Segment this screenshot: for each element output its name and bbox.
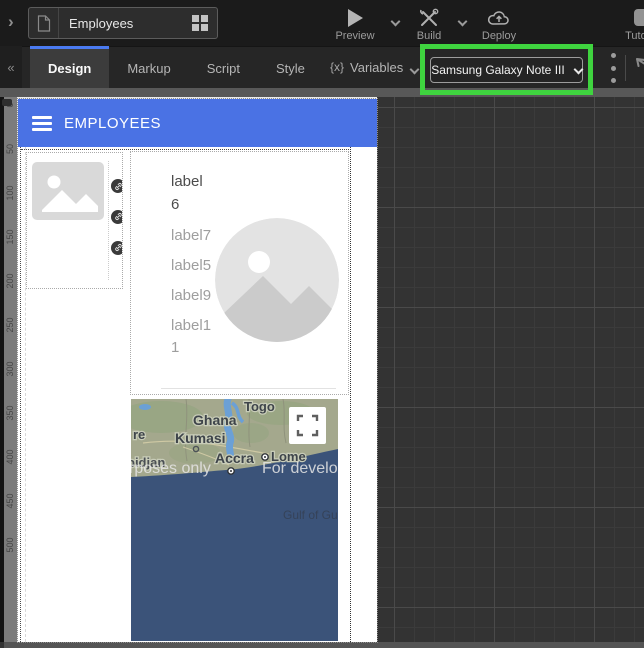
preview-button[interactable]: Preview [324,0,386,46]
design-canvas: EMPLOYEES [17,97,377,642]
detail-value[interactable]: 1 [171,338,179,358]
list-item-field-row[interactable]: n [111,177,123,195]
phone-preview[interactable]: EMPLOYEES [18,99,377,642]
map-label-ghana: Ghana [193,412,237,428]
deploy-button[interactable]: Deploy [472,0,526,46]
undo-arrow-icon[interactable] [634,56,644,79]
detail-label[interactable]: label7 [171,226,211,246]
actions-spacer [526,0,614,46]
components-grid-icon[interactable] [192,15,208,31]
hamburger-menu-icon[interactable] [32,113,52,134]
ruler-tick-200: 200 [5,266,15,296]
page-selection-border-right [350,147,351,642]
tab-style-label: Style [276,61,305,76]
list-item-field-row[interactable]: C [111,239,123,256]
tab-style[interactable]: Style [258,46,323,88]
collapse-panel-chevron-icon[interactable]: « [0,46,22,88]
editor-tabs: Design Markup Script Style [30,46,323,88]
binding-link-icon [111,241,123,255]
avatar-image-placeholder-icon[interactable] [215,218,339,342]
ruler-tick-350: 350 [5,398,15,428]
build-label: Build [417,30,441,42]
tab-design[interactable]: Design [30,46,109,88]
google-map-widget[interactable]: Togo Ghana Kumasi Accra Lome re bidjan r… [131,399,338,641]
variables-caret-icon [410,64,420,74]
deploy-cloud-icon [487,7,511,28]
ruler-tick-400: 400 [5,442,15,472]
tab-script[interactable]: Script [189,46,258,88]
detail-label[interactable]: label5 [171,256,211,276]
map-watermark-right: For develop [262,460,338,477]
detail-label[interactable]: label9 [171,286,211,306]
canvas-grid-background [377,97,644,642]
map-label-kumasi: Kumasi [175,430,226,446]
tab-markup-label: Markup [127,61,170,76]
mobile-app-header[interactable]: EMPLOYEES [18,99,377,147]
vertical-ruler: 0 50 100 150 200 250 300 350 400 450 500 [4,97,17,642]
image-placeholder-icon[interactable] [32,162,104,220]
ruler-tick-300: 300 [5,354,15,384]
detail-value[interactable]: 6 [171,195,179,215]
play-icon [348,7,363,28]
youtube-icon [634,7,644,28]
phone-scrollbar-track[interactable] [352,147,377,642]
map-label-region: re [133,427,145,442]
topbar-actions: Preview Build [324,0,644,46]
page-selection-border-left [20,147,21,642]
preview-caret-icon[interactable] [391,17,401,27]
build-caret-icon[interactable] [458,17,468,27]
detail-label[interactable]: label1 [171,316,211,336]
page-tab-label: Employees [59,16,192,31]
map-label-accra: Accra [215,450,254,466]
app-builder-window: › Employees Preview [0,0,644,648]
ruler-tick-100: 100 [5,178,15,208]
ruler-tick-250: 250 [5,310,15,340]
page-doc-icon [29,8,59,38]
expand-pages-chevron-icon[interactable]: › [8,12,14,32]
list-item-field-row[interactable]: D [111,208,123,225]
page-tab-employees[interactable]: Employees [28,7,218,39]
more-options-kebab-icon[interactable] [604,53,622,83]
ruler-origin-icon [2,99,12,106]
device-select[interactable]: Samsung Galaxy Note III [430,57,583,83]
mobile-page-body: n D C [18,147,377,642]
ruler-tick-500: 500 [5,530,15,560]
detail-label[interactable]: label [171,172,203,192]
map-fullscreen-button[interactable] [289,407,326,444]
build-button[interactable]: Build [405,0,453,46]
ruler-tick-150: 150 [5,222,15,252]
device-select-caret-icon [573,64,583,74]
build-tools-icon [418,7,440,28]
page-selection-border-top [21,149,351,150]
variables-dropdown[interactable]: {x} Variables [330,46,418,88]
deploy-label: Deploy [482,30,516,42]
horizontal-ruler [0,88,644,97]
mobile-app-title: EMPLOYEES [64,115,161,132]
tab-script-label: Script [207,61,240,76]
design-workspace: 0 50 100 150 200 250 300 350 400 450 500… [0,88,644,648]
map-label-gulf: Gulf of Gui [283,508,338,522]
list-item-widget[interactable]: n D C [26,152,123,289]
detail-divider [161,388,336,389]
ruler-tick-450: 450 [5,486,15,516]
ruler-tick-50: 50 [5,134,15,164]
tutorials-label: Tutorials [625,30,644,42]
binding-link-icon [111,210,123,224]
tutorials-button[interactable]: Tutorials [614,0,644,46]
device-select-value: Samsung Galaxy Note III [431,63,564,77]
list-item-divider [108,161,109,280]
preview-label: Preview [335,30,374,42]
map-label-togo: Togo [244,399,275,414]
tab-markup[interactable]: Markup [109,46,188,88]
tab-design-label: Design [48,61,91,76]
horizontal-scroll-strip[interactable] [4,642,644,648]
variables-label: Variables [350,60,403,75]
toolbar-divider [625,55,626,81]
detail-panel-widget[interactable]: label 6 label7 label5 label9 label1 1 [130,151,349,395]
variables-icon: {x} [330,60,344,74]
binding-link-icon [111,179,123,193]
top-toolbar: › Employees Preview [0,0,644,46]
map-watermark-left: rposes only [131,460,211,477]
